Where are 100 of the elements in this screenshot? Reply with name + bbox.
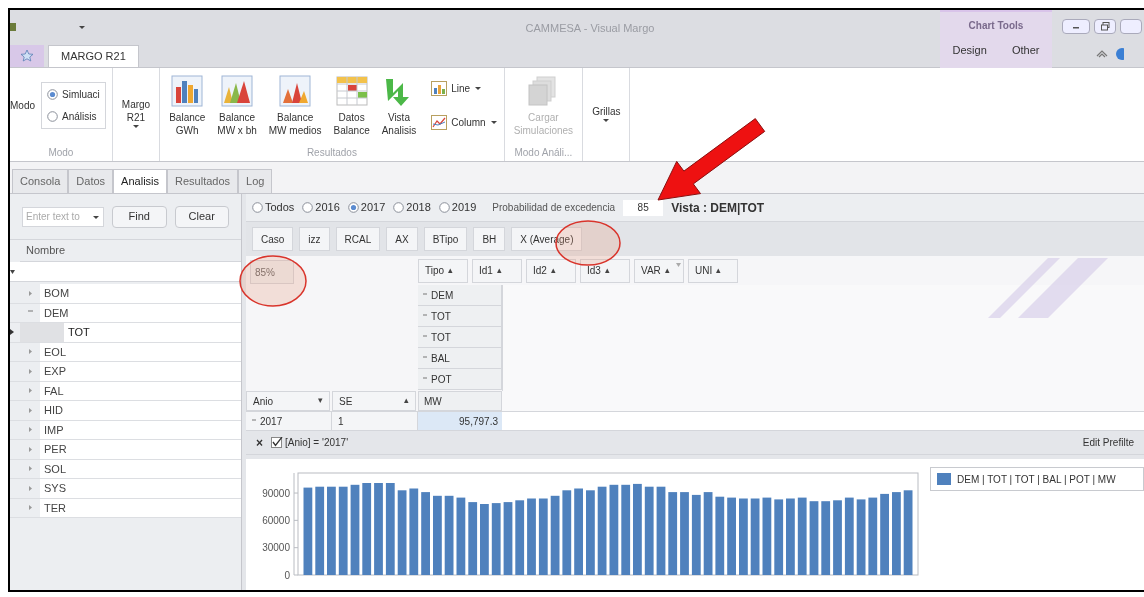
- axis-tick-label: 0: [284, 569, 290, 581]
- group-label: Resultados: [306, 145, 357, 160]
- filter-expression: [Anio] = '2017': [285, 436, 349, 450]
- field-button[interactable]: AX: [386, 227, 418, 251]
- table-grid-icon: [335, 74, 368, 107]
- probability-field[interactable]: 85: [623, 199, 664, 216]
- restore-icon: [1100, 22, 1110, 31]
- column-chart-icon: [431, 81, 448, 96]
- filter-row[interactable]: [10, 262, 241, 282]
- clear-filter-button[interactable]: ×: [256, 433, 263, 452]
- tree-item[interactable]: SYS: [40, 479, 241, 498]
- line-chart-icon: [431, 115, 448, 130]
- field-button[interactable]: Id1 ▴: [472, 258, 522, 283]
- field-button[interactable]: Anio ▾: [246, 391, 330, 411]
- column-header-cell[interactable]: TOT: [418, 327, 502, 348]
- tree-item[interactable]: PER: [40, 440, 241, 459]
- axis-tick-label: 60000: [262, 514, 290, 526]
- highlight-circle: [239, 255, 307, 307]
- view-title: Vista : DEM|TOT: [671, 199, 765, 217]
- field-button[interactable]: Id2 ▴: [526, 258, 576, 283]
- group-caption: Modo: [10, 99, 35, 113]
- panel-tab[interactable]: Log: [238, 169, 273, 193]
- tree-item[interactable]: TOT: [64, 323, 241, 342]
- radio-option[interactable]: 2017: [347, 199, 386, 216]
- field-button[interactable]: VAR ▴: [634, 258, 684, 283]
- bar-chart-icon: [171, 74, 204, 107]
- ribbon-button[interactable]: Vista Analisis: [378, 74, 420, 137]
- row-header-cell[interactable]: 2017: [246, 412, 332, 430]
- star-icon: [21, 50, 33, 62]
- app-icon: [10, 22, 16, 32]
- field-button[interactable]: Caso: [252, 227, 294, 251]
- ribbon-tab[interactable]: Design: [948, 42, 991, 59]
- field-button[interactable]: Id3 ▴: [580, 258, 630, 283]
- sort-indicator[interactable]: ▴: [448, 263, 454, 278]
- column-header-cell[interactable]: DEM: [418, 285, 502, 306]
- caret-icon: [132, 124, 140, 129]
- tree-item[interactable]: EXP: [40, 362, 241, 381]
- panel-tab[interactable]: Analisis: [113, 169, 167, 193]
- data-field-button[interactable]: 85%: [250, 260, 294, 284]
- column-header-cell[interactable]: TOT: [418, 306, 502, 327]
- checkbox[interactable]: [271, 437, 283, 448]
- radio-option[interactable]: Simluaci: [47, 87, 100, 102]
- column-header-cell[interactable]: POT: [418, 369, 502, 390]
- row-indicator-icon: [10, 329, 14, 336]
- panel-tab[interactable]: Datos: [68, 169, 114, 193]
- ribbon-button[interactable]: Balance MW x bh: [214, 74, 260, 137]
- panel-tab[interactable]: Resultados: [167, 169, 239, 193]
- field-button[interactable]: BH: [473, 227, 506, 251]
- field-button[interactable]: Tipo ▴: [418, 258, 468, 283]
- window-title: CAMMESA - Visual Margo: [524, 21, 656, 36]
- bar: [491, 503, 501, 575]
- group-label: Modo Análi...: [514, 145, 573, 160]
- caret-icon: [474, 86, 483, 91]
- caret-icon: [602, 117, 611, 123]
- edit-prefilter-link[interactable]: Edit Prefilte: [1082, 435, 1134, 450]
- row-header-cell: 1: [332, 412, 418, 430]
- application-menu-button[interactable]: [10, 45, 44, 67]
- sort-indicator[interactable]: ▴: [404, 394, 409, 408]
- filter-icon: [10, 269, 15, 274]
- restore-button[interactable]: [1094, 19, 1116, 34]
- column-header-cell[interactable]: BAL: [418, 348, 502, 369]
- dropdown-caret-icon: [92, 214, 100, 220]
- radio-option[interactable]: 2018: [393, 199, 431, 216]
- ribbon-dropdown-button[interactable]: Column: [431, 111, 498, 134]
- ribbon-dropdown-button[interactable]: Margo R21: [118, 98, 154, 129]
- toolbar-button[interactable]: Clear: [174, 205, 229, 228]
- field-button[interactable]: BTipo: [423, 227, 468, 251]
- ribbon-dropdown-button[interactable]: Grillas: [589, 104, 624, 123]
- search-field[interactable]: Enter text to: [22, 206, 104, 227]
- caret-icon: [489, 120, 498, 125]
- sort-indicator[interactable]: ▾: [318, 394, 323, 408]
- sort-indicator[interactable]: ▴: [496, 263, 502, 278]
- tree-item[interactable]: HID: [40, 401, 241, 420]
- ribbon-button[interactable]: Balance MW medios: [265, 74, 325, 137]
- radio-option[interactable]: 2016: [302, 199, 340, 216]
- ribbon-tab[interactable]: Other: [1007, 42, 1044, 59]
- group-label: Modo: [48, 145, 74, 160]
- sort-indicator[interactable]: ▴: [664, 263, 670, 278]
- field-button[interactable]: RCAL: [335, 227, 381, 251]
- ribbon-button[interactable]: Balance GWh: [166, 74, 209, 137]
- tree-item[interactable]: BOM: [40, 284, 241, 303]
- radio-option[interactable]: Todos: [252, 199, 295, 216]
- sort-indicator[interactable]: ▴: [604, 263, 610, 278]
- sort-indicator[interactable]: ▴: [716, 263, 722, 278]
- ribbon-tab[interactable]: MARGO R21: [48, 45, 139, 67]
- ribbon-dropdown-button[interactable]: Line: [431, 77, 498, 100]
- panel-tab[interactable]: Consola: [12, 169, 69, 193]
- field-button[interactable]: SE ▴: [332, 391, 416, 411]
- field-button[interactable]: UNI ▴: [688, 258, 738, 283]
- column-header-cell: MW: [418, 391, 502, 411]
- sort-indicator[interactable]: ▴: [550, 263, 556, 278]
- table-cell: 95,797.3: [418, 412, 502, 430]
- radio-option[interactable]: 2019: [438, 199, 477, 216]
- minimize-icon: [1073, 24, 1079, 29]
- field-label: Probabilidad de excedencia: [492, 201, 616, 215]
- toolbar-button[interactable]: Find: [112, 205, 167, 228]
- radio-option[interactable]: Análisis: [47, 109, 100, 124]
- caret-icon: [78, 24, 86, 30]
- field-button[interactable]: izz: [299, 227, 330, 251]
- ribbon-button[interactable]: Datos Balance: [330, 74, 373, 137]
